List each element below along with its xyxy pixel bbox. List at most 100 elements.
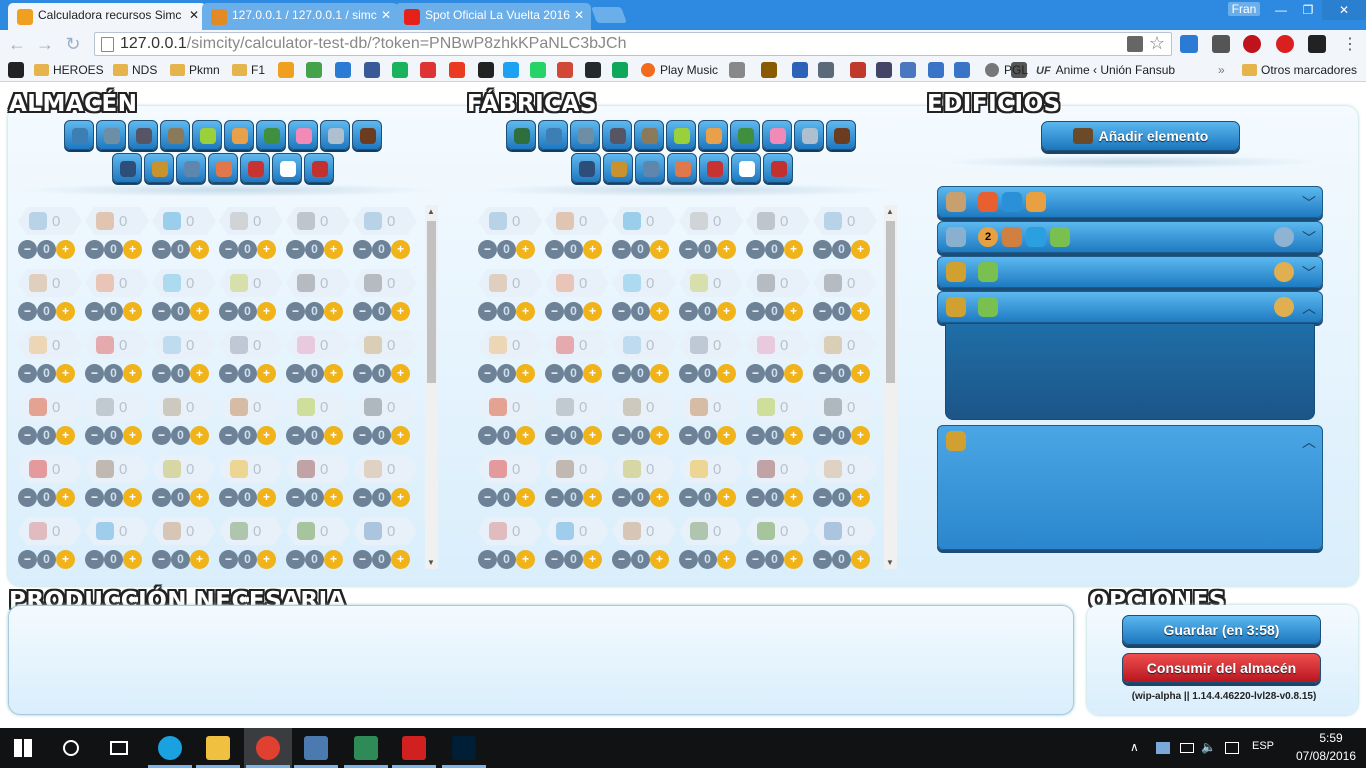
increment-button[interactable]: + [123,364,142,383]
decrement-button[interactable]: − [478,426,497,445]
resource-filter-button[interactable] [192,120,222,150]
increment-button[interactable]: + [516,550,535,569]
tab-youtube[interactable]: Spot Oficial La Vuelta 2016 ✕ [395,3,591,30]
increment-button[interactable]: + [56,550,75,569]
gold-coin-icon[interactable] [1274,297,1294,317]
close-tab-icon[interactable]: ✕ [189,8,199,22]
bookmark-site-icon[interactable] [585,62,601,78]
increment-button[interactable]: + [784,240,803,259]
resource-filter-button[interactable] [240,153,270,183]
resource-filter-button[interactable] [256,120,286,150]
increment-button[interactable]: + [391,240,410,259]
bookmark-site-icon[interactable] [557,62,573,78]
battery-icon[interactable] [1180,743,1194,753]
decrement-button[interactable]: − [545,302,564,321]
bookmark-site-icon[interactable] [761,62,777,78]
decrement-button[interactable]: − [813,240,832,259]
increment-button[interactable]: + [257,240,276,259]
scroll-thumb[interactable] [886,221,895,383]
increment-button[interactable]: + [851,550,870,569]
increment-button[interactable]: + [257,302,276,321]
bookmark-site-icon[interactable] [818,62,834,78]
decrement-button[interactable]: − [746,550,765,569]
increment-button[interactable]: + [257,364,276,383]
increment-button[interactable]: + [717,240,736,259]
decrement-button[interactable]: − [85,240,104,259]
skype-icon[interactable] [158,736,182,760]
resource-filter-button[interactable] [176,153,206,183]
increment-button[interactable]: + [516,426,535,445]
increment-button[interactable]: + [324,302,343,321]
network-share-icon[interactable] [1156,742,1170,754]
increment-button[interactable]: + [717,364,736,383]
increment-button[interactable]: + [56,240,75,259]
decrement-button[interactable]: − [219,426,238,445]
gold-coin-icon[interactable] [1274,262,1294,282]
resource-filter-button[interactable] [128,120,158,150]
decrement-button[interactable]: − [353,550,372,569]
decrement-button[interactable]: − [612,488,631,507]
decrement-button[interactable]: − [478,550,497,569]
resource-filter-button[interactable] [64,120,94,150]
bookmark-folder-f1[interactable]: F1 [232,62,265,78]
increment-button[interactable]: + [717,302,736,321]
increment-button[interactable]: + [851,302,870,321]
resource-filter-button[interactable] [571,153,601,183]
scroll-up-icon[interactable]: ▲ [427,207,435,216]
decrement-button[interactable]: − [746,364,765,383]
decrement-button[interactable]: − [545,550,564,569]
scroll-thumb[interactable] [427,221,436,383]
decrement-button[interactable]: − [152,302,171,321]
menu-icon[interactable]: ⋮ [1342,34,1358,54]
photoshop-icon[interactable] [452,736,476,760]
decrement-button[interactable]: − [18,240,37,259]
bookmark-union-fansub[interactable]: UF Anime ‹ Unión Fansub [1036,62,1175,78]
minimize-icon[interactable]: — [1268,0,1294,20]
increment-button[interactable]: + [123,302,142,321]
chrome-icon[interactable] [256,736,280,760]
increment-button[interactable]: + [717,426,736,445]
resource-filter-button[interactable] [667,153,697,183]
decrement-button[interactable]: − [18,550,37,569]
decrement-button[interactable]: − [813,302,832,321]
decrement-button[interactable]: − [286,302,305,321]
search-icon[interactable] [63,740,79,756]
consume-button[interactable]: Consumir del almacén [1122,653,1321,683]
tab-calculadora[interactable]: Calculadora recursos Simc ✕ [8,3,206,30]
decrement-button[interactable]: − [679,550,698,569]
restore-icon[interactable]: ❐ [1295,0,1321,20]
resource-filter-button[interactable] [602,120,632,150]
bookmark-site-icon[interactable] [850,62,866,78]
resource-filter-button[interactable] [320,120,350,150]
increment-button[interactable]: + [583,488,602,507]
decrement-button[interactable]: − [545,364,564,383]
resource-filter-button[interactable] [208,153,238,183]
bookmark-site-icon[interactable] [420,62,436,78]
decrement-button[interactable]: − [219,488,238,507]
decrement-button[interactable]: − [353,364,372,383]
increment-button[interactable]: + [257,488,276,507]
bookmark-folder-pkmn[interactable]: Pkmn [170,62,220,78]
decrement-button[interactable]: − [286,426,305,445]
decrement-button[interactable]: − [612,302,631,321]
resource-filter-button[interactable] [762,120,792,150]
chevron-down-icon[interactable]: ﹀ [1302,193,1316,213]
tab-phpmyadmin[interactable]: 127.0.0.1 / 127.0.0.1 / simc ✕ [202,3,398,30]
reload-icon[interactable]: ↻ [62,34,84,55]
address-bar[interactable]: 127.0.0.1/simcity/calculator-test-db/?to… [94,32,1172,56]
decrement-button[interactable]: − [612,426,631,445]
increment-button[interactable]: + [324,550,343,569]
increment-button[interactable]: + [190,240,209,259]
decrement-button[interactable]: − [612,364,631,383]
task-view-icon[interactable] [110,741,128,755]
bookmark-pgl[interactable]: PGL [985,62,1028,78]
decrement-button[interactable]: − [85,364,104,383]
resource-filter-button[interactable] [698,120,728,150]
decrement-button[interactable]: − [85,426,104,445]
more-bookmarks-chevron-icon[interactable]: » [1218,62,1225,78]
increment-button[interactable]: + [851,240,870,259]
increment-button[interactable]: + [583,364,602,383]
notifications-icon[interactable] [1225,742,1239,754]
decrement-button[interactable]: − [152,364,171,383]
increment-button[interactable]: + [190,364,209,383]
